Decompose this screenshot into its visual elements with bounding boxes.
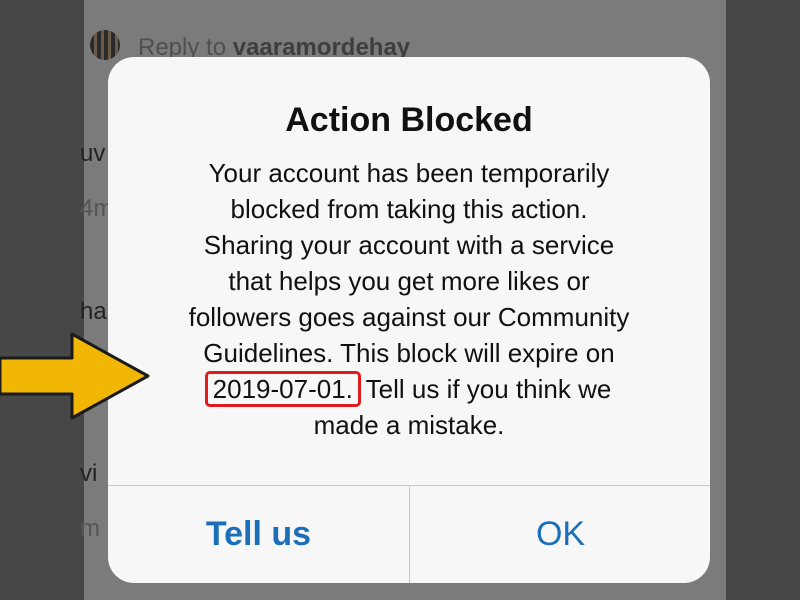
dialog-message: Your account has been temporarily blocke… [138, 155, 680, 443]
tell-us-button[interactable]: Tell us [108, 486, 409, 583]
expiry-date-highlight: 2019-07-01. [204, 371, 361, 407]
message-line: made a mistake. [313, 410, 505, 440]
comment-fragment: vi [80, 460, 98, 487]
message-line: followers goes against our Community [188, 302, 630, 332]
dialog-title: Action Blocked [285, 101, 533, 139]
message-line: Your account has been temporarily [208, 158, 610, 188]
message-line: Sharing your account with a service [203, 230, 615, 260]
message-line: blocked from taking this action. [230, 194, 588, 224]
message-line: Tell us if you think we [358, 374, 612, 404]
avatar [90, 30, 120, 60]
message-line: Guidelines. This block will expire on [203, 338, 615, 368]
arrow-right-icon [0, 332, 150, 420]
comment-fragment: m [80, 515, 100, 542]
action-blocked-dialog: Action Blocked Your account has been tem… [108, 57, 710, 583]
comment-fragment: uv [80, 140, 106, 167]
comment-fragment: ha [80, 298, 107, 325]
ok-button[interactable]: OK [410, 486, 710, 583]
message-line: that helps you get more likes or [228, 266, 590, 296]
left-dark-border [0, 0, 84, 600]
right-dark-border [726, 0, 800, 600]
